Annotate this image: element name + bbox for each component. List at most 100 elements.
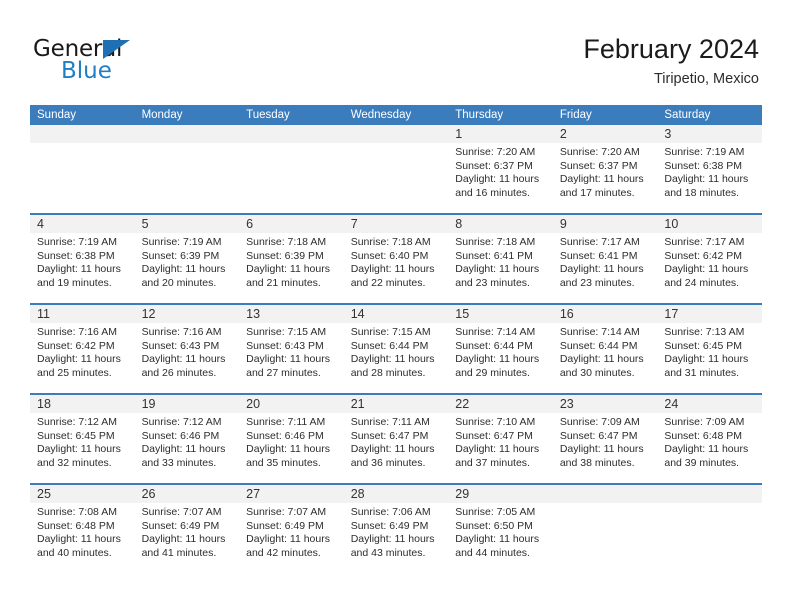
day-number[interactable]: 11: [30, 303, 135, 323]
day-number[interactable]: 13: [239, 303, 344, 323]
day-number[interactable]: 16: [552, 303, 658, 323]
day-cell[interactable]: Sunrise: 7:16 AM Sunset: 6:43 PM Dayligh…: [134, 323, 240, 394]
day-cell[interactable]: [30, 143, 135, 214]
day-cell[interactable]: Sunrise: 7:12 AM Sunset: 6:45 PM Dayligh…: [30, 413, 135, 484]
day-cell[interactable]: Sunrise: 7:20 AM Sunset: 6:37 PM Dayligh…: [448, 143, 553, 214]
day-cell[interactable]: Sunrise: 7:11 AM Sunset: 6:47 PM Dayligh…: [343, 413, 449, 484]
day-number[interactable]: 22: [448, 393, 553, 413]
day-cell[interactable]: [343, 143, 449, 214]
weekday-header-row: Sunday Monday Tuesday Wednesday Thursday…: [30, 105, 762, 125]
day-cell[interactable]: Sunrise: 7:20 AM Sunset: 6:37 PM Dayligh…: [552, 143, 658, 214]
daylight-text-line2: and 18 minutes.: [664, 186, 740, 199]
sunset-text: Sunset: 6:47 PM: [455, 429, 533, 442]
day-number[interactable]: 26: [134, 483, 240, 503]
day-cell[interactable]: Sunrise: 7:18 AM Sunset: 6:41 PM Dayligh…: [448, 233, 553, 304]
day-number[interactable]: 2: [552, 125, 658, 143]
week-row-daynumbers: 11 12 13 14 15 16 17: [30, 303, 762, 323]
sunset-text: Sunset: 6:45 PM: [664, 339, 743, 352]
daylight-text-line2: and 22 minutes.: [350, 276, 426, 289]
day-cell[interactable]: Sunrise: 7:14 AM Sunset: 6:44 PM Dayligh…: [448, 323, 553, 394]
day-number[interactable]: 28: [343, 483, 449, 503]
daylight-text-line1: Daylight: 11 hours: [350, 533, 435, 546]
day-number[interactable]: [134, 125, 240, 143]
title-block: February 2024 Tiripetio, Mexico: [583, 33, 759, 88]
day-number[interactable]: 12: [134, 303, 240, 323]
day-number[interactable]: 1: [448, 125, 553, 143]
day-cell[interactable]: Sunrise: 7:15 AM Sunset: 6:43 PM Dayligh…: [239, 323, 344, 394]
daylight-text-line2: and 39 minutes.: [664, 456, 740, 469]
sunset-text: Sunset: 6:44 PM: [455, 339, 533, 352]
day-cell[interactable]: Sunrise: 7:13 AM Sunset: 6:45 PM Dayligh…: [657, 323, 762, 394]
day-number[interactable]: 5: [134, 213, 240, 233]
day-number[interactable]: 23: [552, 393, 658, 413]
day-number[interactable]: 8: [448, 213, 553, 233]
day-cell[interactable]: Sunrise: 7:17 AM Sunset: 6:41 PM Dayligh…: [552, 233, 658, 304]
day-cell[interactable]: [134, 143, 240, 214]
day-cell[interactable]: Sunrise: 7:09 AM Sunset: 6:48 PM Dayligh…: [657, 413, 762, 484]
day-number[interactable]: [552, 483, 658, 503]
daylight-text-line1: Daylight: 11 hours: [664, 353, 749, 366]
day-number[interactable]: 27: [239, 483, 344, 503]
sunset-text: Sunset: 6:41 PM: [559, 249, 638, 262]
day-number[interactable]: [30, 125, 135, 143]
calendar-page: General Blue February 2024 Tiripetio, Me…: [0, 0, 792, 612]
sunrise-text: Sunrise: 7:11 AM: [350, 416, 430, 428]
day-cell[interactable]: Sunrise: 7:19 AM Sunset: 6:39 PM Dayligh…: [134, 233, 240, 304]
day-cell[interactable]: [552, 503, 658, 569]
day-number[interactable]: 4: [30, 213, 135, 233]
day-number[interactable]: 10: [657, 213, 762, 233]
day-number[interactable]: 15: [448, 303, 553, 323]
daylight-text-line2: and 42 minutes.: [246, 546, 321, 559]
day-number[interactable]: 29: [448, 483, 553, 503]
day-number[interactable]: [343, 125, 449, 143]
day-number[interactable]: 14: [343, 303, 449, 323]
day-cell[interactable]: Sunrise: 7:16 AM Sunset: 6:42 PM Dayligh…: [30, 323, 135, 394]
day-cell[interactable]: Sunrise: 7:09 AM Sunset: 6:47 PM Dayligh…: [552, 413, 658, 484]
day-cell[interactable]: Sunrise: 7:07 AM Sunset: 6:49 PM Dayligh…: [134, 503, 240, 569]
day-number[interactable]: 20: [239, 393, 344, 413]
day-number[interactable]: [657, 483, 762, 503]
day-number[interactable]: 17: [657, 303, 762, 323]
day-number[interactable]: 18: [30, 393, 135, 413]
sunrise-sunset-calendar: Sunday Monday Tuesday Wednesday Thursday…: [30, 105, 762, 569]
sunset-text: Sunset: 6:47 PM: [350, 429, 429, 442]
day-cell[interactable]: Sunrise: 7:19 AM Sunset: 6:38 PM Dayligh…: [30, 233, 135, 304]
day-cell[interactable]: Sunrise: 7:10 AM Sunset: 6:47 PM Dayligh…: [448, 413, 553, 484]
day-cell[interactable]: Sunrise: 7:07 AM Sunset: 6:49 PM Dayligh…: [239, 503, 344, 569]
day-number[interactable]: [239, 125, 344, 143]
day-number[interactable]: 9: [552, 213, 658, 233]
daylight-text-line1: Daylight: 11 hours: [37, 263, 121, 276]
day-cell[interactable]: Sunrise: 7:14 AM Sunset: 6:44 PM Dayligh…: [552, 323, 658, 394]
day-number[interactable]: 6: [239, 213, 344, 233]
day-cell[interactable]: [239, 143, 344, 214]
daylight-text-line1: Daylight: 11 hours: [455, 353, 540, 366]
day-number[interactable]: 25: [30, 483, 135, 503]
daylight-text-line2: and 28 minutes.: [350, 366, 426, 379]
day-cell[interactable]: [657, 503, 762, 569]
day-cell[interactable]: Sunrise: 7:15 AM Sunset: 6:44 PM Dayligh…: [343, 323, 449, 394]
day-cell[interactable]: Sunrise: 7:05 AM Sunset: 6:50 PM Dayligh…: [448, 503, 553, 569]
sunrise-text: Sunrise: 7:15 AM: [246, 326, 327, 338]
daylight-text-line1: Daylight: 11 hours: [37, 443, 121, 456]
day-cell[interactable]: Sunrise: 7:08 AM Sunset: 6:48 PM Dayligh…: [30, 503, 135, 569]
sunrise-text: Sunrise: 7:19 AM: [37, 236, 117, 248]
weekday-header-friday: Friday: [552, 105, 658, 125]
day-number[interactable]: 3: [657, 125, 762, 143]
day-number[interactable]: 7: [343, 213, 449, 233]
sunset-text: Sunset: 6:48 PM: [37, 519, 115, 532]
day-number[interactable]: 19: [134, 393, 240, 413]
day-number[interactable]: 21: [343, 393, 449, 413]
daylight-text-line2: and 41 minutes.: [141, 546, 217, 559]
daylight-text-line1: Daylight: 11 hours: [141, 263, 226, 276]
daylight-text-line2: and 33 minutes.: [141, 456, 217, 469]
day-cell[interactable]: Sunrise: 7:17 AM Sunset: 6:42 PM Dayligh…: [657, 233, 762, 304]
day-cell[interactable]: Sunrise: 7:18 AM Sunset: 6:40 PM Dayligh…: [343, 233, 449, 304]
sunrise-text: Sunrise: 7:08 AM: [37, 506, 117, 518]
week-row-daynumbers: 18 19 20 21 22 23 24: [30, 393, 762, 413]
day-number[interactable]: 24: [657, 393, 762, 413]
day-cell[interactable]: Sunrise: 7:12 AM Sunset: 6:46 PM Dayligh…: [134, 413, 240, 484]
day-cell[interactable]: Sunrise: 7:11 AM Sunset: 6:46 PM Dayligh…: [239, 413, 344, 484]
day-cell[interactable]: Sunrise: 7:19 AM Sunset: 6:38 PM Dayligh…: [657, 143, 762, 214]
day-cell[interactable]: Sunrise: 7:18 AM Sunset: 6:39 PM Dayligh…: [239, 233, 344, 304]
day-cell[interactable]: Sunrise: 7:06 AM Sunset: 6:49 PM Dayligh…: [343, 503, 449, 569]
